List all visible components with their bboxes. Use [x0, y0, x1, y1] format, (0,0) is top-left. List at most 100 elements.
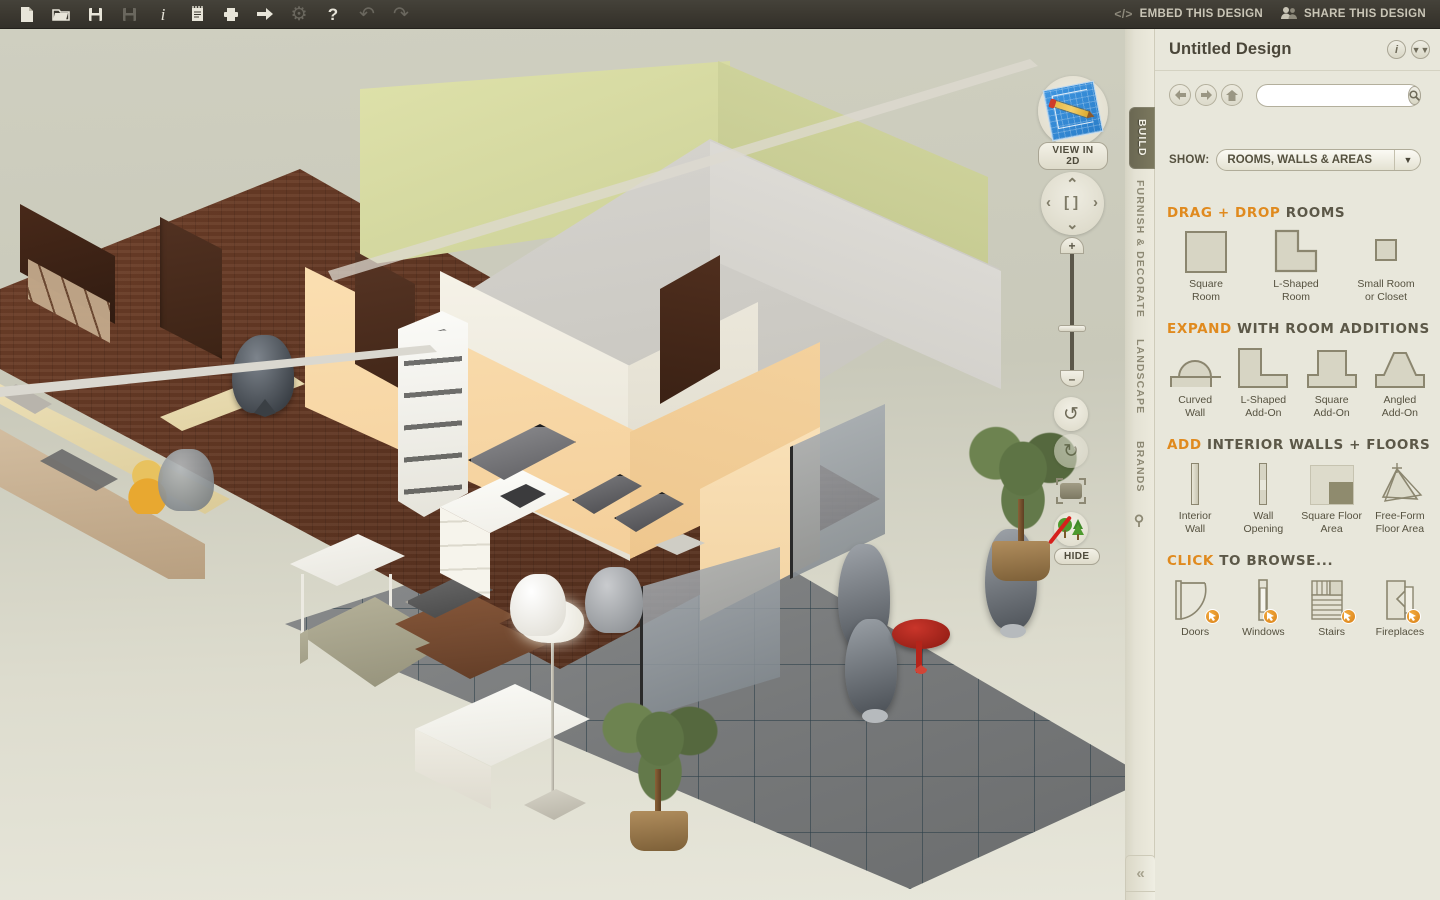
- section-click-to-browse: CLICK TO BROWSE... Doors Windows Stairs …: [1155, 553, 1440, 639]
- rotate-clockwise-button[interactable]: ↻: [1054, 434, 1088, 468]
- info-icon[interactable]: i: [146, 1, 180, 28]
- collapse-right-button[interactable]: »: [1125, 891, 1155, 900]
- pan-dpad[interactable]: ⌃ ⌄ ‹ › [ ]: [1041, 172, 1104, 235]
- tab-brands[interactable]: BRANDS: [1125, 433, 1155, 501]
- pan-left-button[interactable]: ‹: [1046, 194, 1051, 211]
- tile-small-room-or-closet[interactable]: Small Room or Closet: [1341, 227, 1431, 304]
- tile-square-add-on[interactable]: Square Add-On: [1298, 343, 1366, 420]
- share-design-button[interactable]: SHARE THIS DESIGN: [1280, 6, 1426, 22]
- notes-icon[interactable]: [180, 1, 214, 28]
- blueprint-icon: [1042, 80, 1104, 142]
- panel-collapse-controls: « »: [1125, 855, 1155, 900]
- panel-search-box[interactable]: [1256, 83, 1421, 107]
- panel-search-submit[interactable]: [1408, 85, 1421, 105]
- save-as-icon[interactable]: [112, 1, 146, 28]
- design-viewport-3d[interactable]: VIEW IN 2D ⌃ ⌄ ‹ › [ ] + – ↺ ↻ HIDE «: [0, 29, 1155, 900]
- tab-build[interactable]: BUILD: [1129, 107, 1155, 169]
- embed-design-label: EMBED THIS DESIGN: [1139, 8, 1263, 20]
- embed-design-button[interactable]: </> EMBED THIS DESIGN: [1114, 7, 1263, 21]
- tile-windows[interactable]: Windows: [1229, 575, 1297, 639]
- tile-angled-add-on[interactable]: Angled Add-On: [1366, 343, 1434, 420]
- design-info-button[interactable]: i: [1387, 40, 1406, 59]
- tile-l-shaped-room-label: L-Shaped Room: [1273, 278, 1319, 303]
- rotate-cw-icon: ↻: [1063, 440, 1079, 462]
- pan-down-button[interactable]: ⌄: [1066, 215, 1079, 233]
- tab-furnish-decorate[interactable]: FURNISH & DECORATE: [1125, 175, 1155, 323]
- view-2d-disc: [1038, 76, 1108, 146]
- tile-doors[interactable]: Doors: [1161, 575, 1229, 639]
- nav-back-button[interactable]: [1169, 84, 1191, 106]
- tile-curved-wall-label: Curved Wall: [1178, 394, 1213, 419]
- show-dropdown[interactable]: ROOMS, WALLS & AREAS ▼: [1216, 149, 1422, 171]
- pan-right-button[interactable]: ›: [1093, 194, 1098, 211]
- hide-plants-button[interactable]: HIDE: [1047, 512, 1100, 565]
- stairs-icon: [1310, 575, 1356, 624]
- click-badge-icon: [1205, 609, 1221, 624]
- dining-chair-grey-1: [585, 567, 643, 633]
- nav-home-button[interactable]: [1221, 84, 1243, 106]
- small-room-icon: [1375, 227, 1397, 273]
- click-badge-icon: [1405, 609, 1421, 624]
- tile-free-form-floor-area[interactable]: Free-Form Floor Area: [1366, 459, 1434, 536]
- open-folder-icon[interactable]: [44, 1, 78, 28]
- tab-landscape-label: LANDSCAPE: [1134, 339, 1146, 415]
- tile-square-room[interactable]: Square Room: [1161, 227, 1251, 304]
- app-root: i ⚙ ? ↶ ↷ </> EMBED THIS DESIGN SHARE TH…: [0, 0, 1440, 900]
- tile-square-add-on-label: Square Add-On: [1313, 394, 1350, 419]
- door-icon: [1172, 575, 1221, 624]
- patio-chair-3-base: [1000, 624, 1026, 638]
- fireplace-icon: [1381, 575, 1421, 624]
- tile-free-form-floor-area-label: Free-Form Floor Area: [1375, 510, 1425, 535]
- zoom-slider-track[interactable]: [1070, 251, 1074, 375]
- recenter-button[interactable]: [ ]: [1064, 194, 1078, 211]
- panel-search-icon[interactable]: ⚲: [1125, 509, 1155, 535]
- nav-forward-button[interactable]: [1195, 84, 1217, 106]
- toolbar-icon-group: i ⚙ ? ↶ ↷: [0, 1, 418, 28]
- show-filter-row: SHOW: ROOMS, WALLS & AREAS ▼: [1169, 149, 1422, 171]
- zoom-in-button[interactable]: +: [1060, 237, 1084, 254]
- click-badge-icon: [1340, 609, 1356, 624]
- tab-landscape[interactable]: LANDSCAPE: [1125, 329, 1155, 425]
- heading-rest: WITH ROOM ADDITIONS: [1237, 321, 1430, 337]
- free-form-floor-area-icon: [1375, 459, 1425, 505]
- save-icon[interactable]: [78, 1, 112, 28]
- tile-l-shaped-add-on[interactable]: L-Shaped Add-On: [1229, 343, 1297, 420]
- rotate-counterclockwise-button[interactable]: ↺: [1054, 397, 1088, 431]
- heading-rest: TO BROWSE...: [1219, 553, 1334, 569]
- print-icon[interactable]: [214, 1, 248, 28]
- export-icon[interactable]: [248, 1, 282, 28]
- tile-curved-wall[interactable]: Curved Wall: [1161, 343, 1229, 420]
- help-icon[interactable]: ?: [316, 1, 350, 28]
- tile-wall-opening[interactable]: Wall Opening: [1229, 459, 1297, 536]
- heading-highlight: ADD: [1167, 437, 1202, 453]
- patio-chair-2-base: [862, 709, 888, 723]
- design-title: Untitled Design: [1169, 40, 1292, 58]
- tile-fireplaces[interactable]: Fireplaces: [1366, 575, 1434, 639]
- zoom-out-button[interactable]: –: [1060, 370, 1084, 387]
- tile-interior-wall[interactable]: Interior Wall: [1161, 459, 1229, 536]
- snapshot-button[interactable]: [1055, 477, 1087, 505]
- view-in-2d-button[interactable]: VIEW IN 2D: [1038, 76, 1108, 170]
- wall-opening-icon: [1259, 459, 1268, 505]
- pan-up-button[interactable]: ⌃: [1066, 175, 1079, 193]
- tile-square-floor-area[interactable]: Square Floor Area: [1298, 459, 1366, 536]
- patio-chair-2: [845, 619, 897, 714]
- panel-expand-button[interactable]: ▼▼: [1411, 40, 1430, 59]
- undo-icon[interactable]: ↶: [350, 1, 384, 28]
- zoom-slider-handle[interactable]: [1058, 325, 1086, 332]
- show-label: SHOW:: [1169, 154, 1210, 166]
- panel-search-input[interactable]: [1266, 89, 1408, 101]
- redo-icon[interactable]: ↷: [384, 1, 418, 28]
- heading-rest: INTERIOR WALLS + FLOORS: [1206, 437, 1431, 453]
- tile-stairs[interactable]: Stairs: [1298, 575, 1366, 639]
- kitchen-stool-chair: [158, 449, 214, 511]
- floorplan-3d-scene: [0, 29, 1155, 900]
- hide-label: HIDE: [1054, 548, 1100, 565]
- top-toolbar: i ⚙ ? ↶ ↷ </> EMBED THIS DESIGN SHARE TH…: [0, 0, 1440, 29]
- collapse-left-button[interactable]: «: [1125, 855, 1155, 891]
- settings-gear-icon[interactable]: ⚙: [282, 1, 316, 28]
- tile-l-shaped-room[interactable]: L-Shaped Room: [1251, 227, 1341, 304]
- zoom-slider[interactable]: + –: [1058, 237, 1086, 387]
- new-file-icon[interactable]: [10, 1, 44, 28]
- section-drag-drop-rooms: DRAG + DROP ROOMS Square Room L-Shaped Roo…: [1155, 205, 1440, 304]
